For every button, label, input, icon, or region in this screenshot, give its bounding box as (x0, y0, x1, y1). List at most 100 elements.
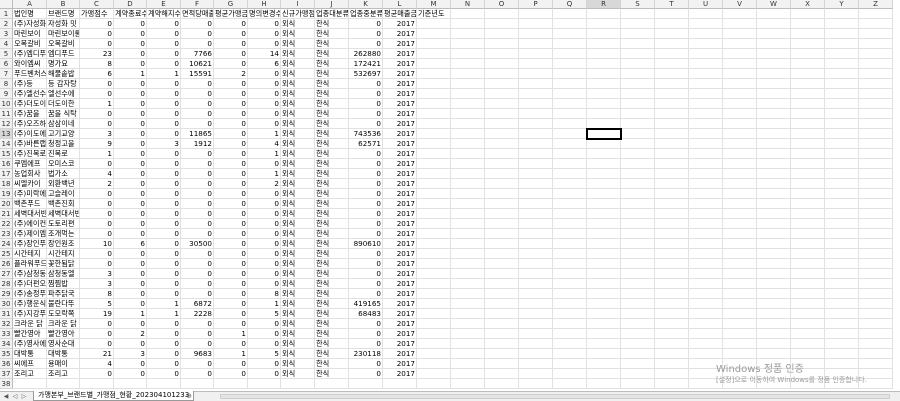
data-cell[interactable] (587, 249, 621, 259)
data-cell[interactable]: 0 (214, 39, 248, 49)
data-cell[interactable] (655, 219, 689, 229)
column-header-b[interactable]: B (47, 0, 80, 9)
data-cell[interactable]: 0 (114, 99, 147, 109)
data-cell[interactable] (757, 59, 791, 69)
data-cell[interactable] (859, 149, 893, 159)
data-cell[interactable]: 와이엠씨 (13, 59, 47, 69)
data-cell[interactable] (825, 119, 859, 129)
data-cell[interactable]: 0 (349, 269, 383, 279)
row-header[interactable]: 22 (0, 219, 13, 229)
data-cell[interactable] (621, 289, 655, 299)
data-cell[interactable]: 대박통 (47, 349, 80, 359)
data-cell[interactable]: 0 (349, 149, 383, 159)
data-cell[interactable]: 2017 (383, 79, 417, 89)
header-cell[interactable]: 가맹점수 (80, 9, 114, 19)
data-cell[interactable]: 0 (147, 49, 181, 59)
data-cell[interactable] (859, 139, 893, 149)
data-cell[interactable]: 외식 (281, 249, 315, 259)
data-cell[interactable] (553, 179, 587, 189)
column-header-r[interactable]: R (587, 0, 621, 9)
data-cell[interactable]: 한식 (315, 229, 349, 239)
data-cell[interactable]: 외식 (281, 69, 315, 79)
data-cell[interactable] (417, 139, 451, 149)
data-cell[interactable] (621, 69, 655, 79)
data-cell[interactable] (791, 219, 825, 229)
data-cell[interactable]: 0 (214, 19, 248, 29)
column-header-p[interactable]: P (519, 0, 553, 9)
data-cell[interactable] (587, 69, 621, 79)
data-cell[interactable] (587, 49, 621, 59)
data-cell[interactable]: 0 (214, 129, 248, 139)
data-cell[interactable] (723, 69, 757, 79)
data-cell[interactable] (757, 339, 791, 349)
data-cell[interactable] (451, 369, 485, 379)
data-cell[interactable] (859, 249, 893, 259)
header-cell[interactable]: 계약해지수 (147, 9, 181, 19)
data-cell[interactable] (655, 39, 689, 49)
data-cell[interactable] (723, 129, 757, 139)
data-cell[interactable]: 0 (214, 199, 248, 209)
data-cell[interactable] (791, 249, 825, 259)
data-cell[interactable] (689, 169, 723, 179)
column-header-u[interactable]: U (689, 0, 723, 9)
data-cell[interactable]: 한식 (315, 99, 349, 109)
data-cell[interactable] (689, 279, 723, 289)
data-cell[interactable] (859, 99, 893, 109)
data-cell[interactable]: 0 (181, 119, 214, 129)
data-cell[interactable] (689, 109, 723, 119)
data-cell[interactable]: 0 (214, 179, 248, 189)
data-cell[interactable] (248, 379, 281, 389)
data-cell[interactable] (723, 19, 757, 29)
data-cell[interactable]: 0 (181, 89, 214, 99)
data-cell[interactable]: 2017 (383, 339, 417, 349)
data-cell[interactable]: 0 (214, 249, 248, 259)
data-cell[interactable] (451, 219, 485, 229)
data-cell[interactable]: 0 (181, 249, 214, 259)
data-cell[interactable] (757, 259, 791, 269)
data-cell[interactable] (655, 359, 689, 369)
row-header[interactable]: 33 (0, 329, 13, 339)
data-cell[interactable] (621, 19, 655, 29)
data-cell[interactable] (859, 239, 893, 249)
data-cell[interactable] (417, 229, 451, 239)
data-cell[interactable] (825, 239, 859, 249)
data-cell[interactable]: 8 (248, 289, 281, 299)
data-cell[interactable]: 1 (114, 309, 147, 319)
data-cell[interactable] (859, 259, 893, 269)
data-cell[interactable] (553, 279, 587, 289)
data-cell[interactable] (689, 309, 723, 319)
data-cell[interactable]: 2228 (181, 309, 214, 319)
data-cell[interactable] (859, 49, 893, 59)
data-cell[interactable]: 청정고을 (47, 139, 80, 149)
data-cell[interactable] (451, 19, 485, 29)
data-cell[interactable]: 0 (214, 219, 248, 229)
row-header[interactable]: 38 (0, 379, 13, 389)
data-cell[interactable]: 한식 (315, 59, 349, 69)
data-cell[interactable]: 0 (181, 229, 214, 239)
data-cell[interactable] (587, 39, 621, 49)
data-cell[interactable] (485, 199, 519, 209)
data-cell[interactable] (825, 279, 859, 289)
data-cell[interactable] (825, 269, 859, 279)
data-cell[interactable]: 1 (114, 69, 147, 79)
data-cell[interactable]: 0 (80, 19, 114, 29)
row-header[interactable]: 27 (0, 269, 13, 279)
data-cell[interactable]: 0 (147, 369, 181, 379)
header-cell[interactable]: 명의변경수 (248, 9, 281, 19)
data-cell[interactable] (451, 299, 485, 309)
data-cell[interactable] (451, 339, 485, 349)
data-cell[interactable] (621, 349, 655, 359)
data-cell[interactable] (621, 279, 655, 289)
data-cell[interactable] (621, 159, 655, 169)
data-cell[interactable] (757, 169, 791, 179)
data-cell[interactable]: 0 (114, 49, 147, 59)
data-cell[interactable]: 외식 (281, 189, 315, 199)
data-cell[interactable] (825, 99, 859, 109)
data-cell[interactable] (587, 229, 621, 239)
data-cell[interactable] (621, 239, 655, 249)
data-cell[interactable] (655, 249, 689, 259)
data-cell[interactable]: 0 (248, 359, 281, 369)
data-cell[interactable]: 0 (214, 109, 248, 119)
data-cell[interactable] (791, 179, 825, 189)
data-cell[interactable] (485, 69, 519, 79)
